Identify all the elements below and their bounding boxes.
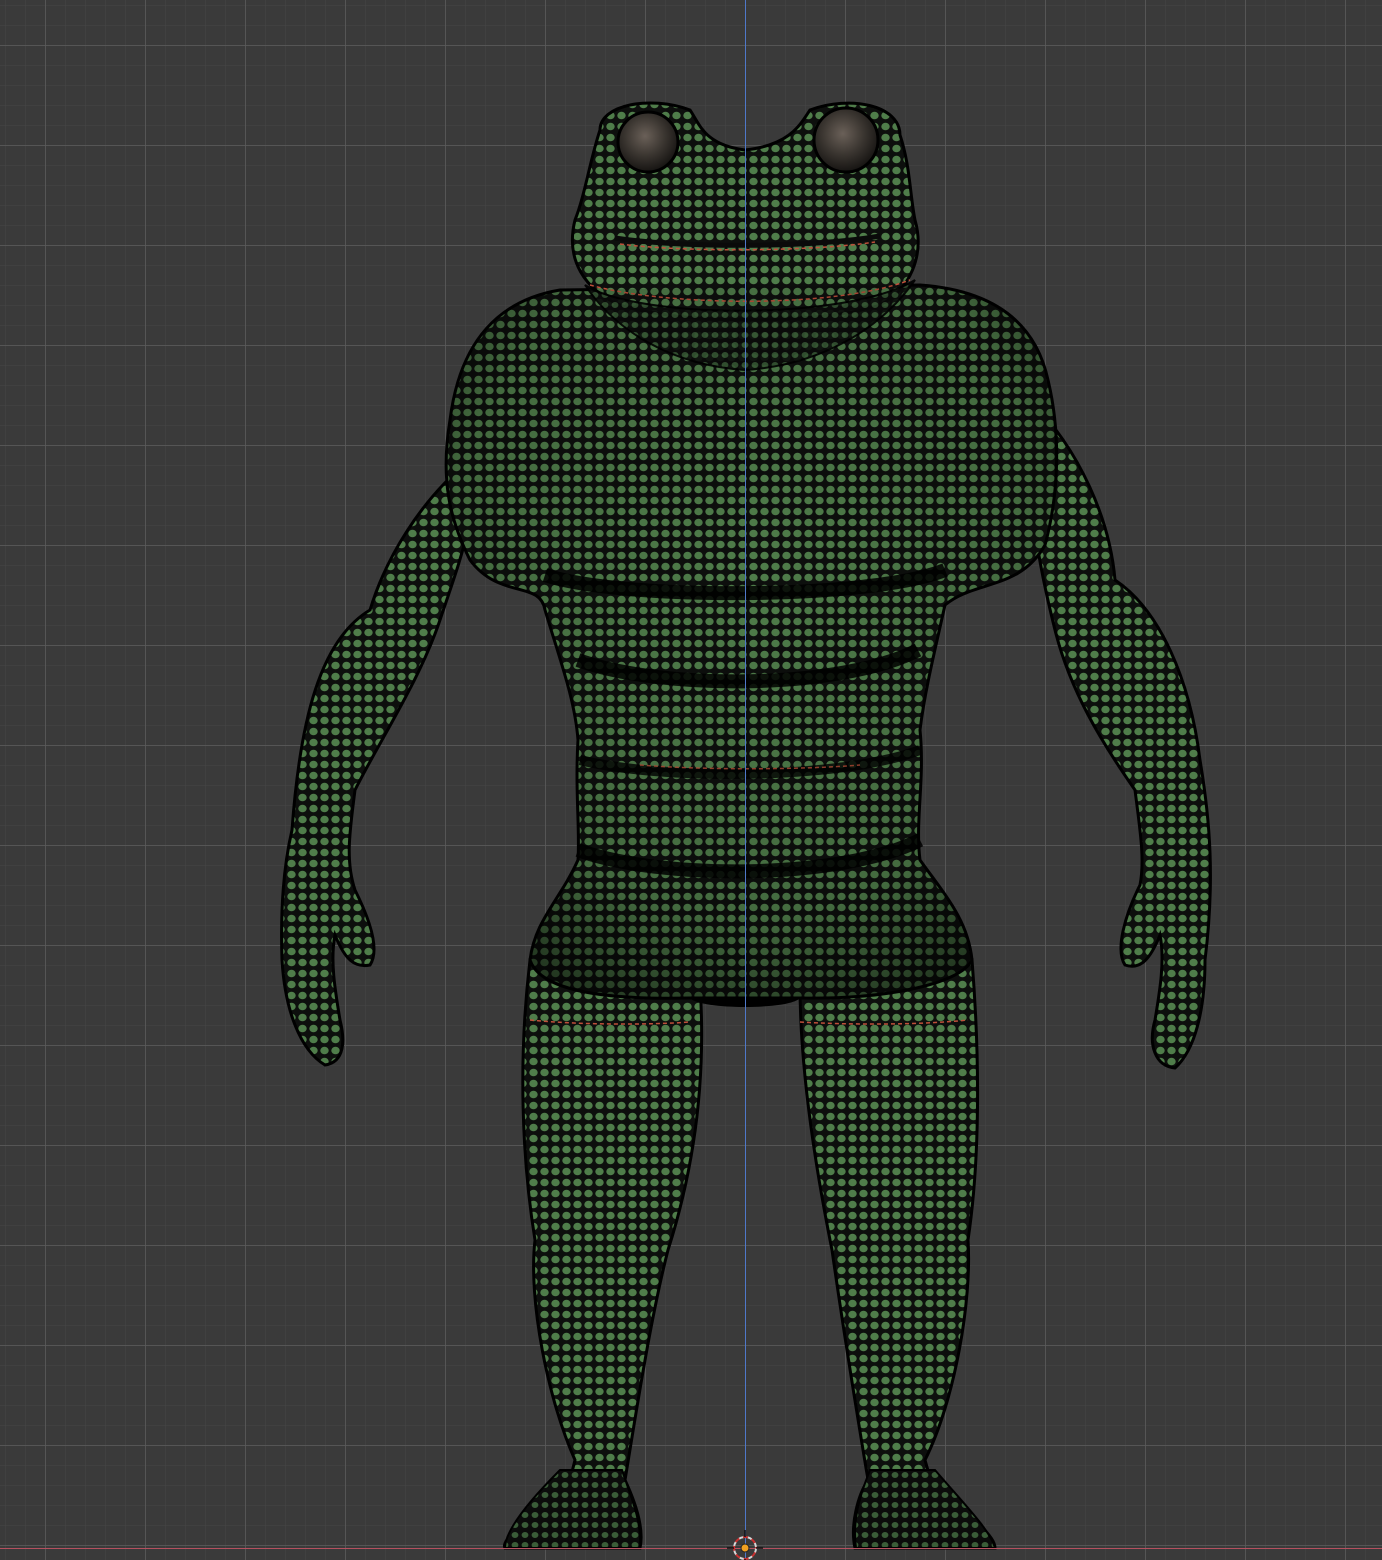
frog-mesh-model[interactable] — [0, 0, 1382, 1560]
3d-viewport[interactable] — [0, 0, 1382, 1560]
torso — [444, 283, 1059, 1000]
right-eye — [812, 106, 880, 174]
left-foot — [503, 1469, 642, 1549]
right-arm — [1027, 396, 1212, 1070]
x-axis-line — [0, 1548, 1382, 1549]
right-leg — [798, 958, 997, 1550]
3d-cursor-icon[interactable] — [725, 1528, 765, 1560]
left-eye — [616, 110, 680, 174]
z-axis-line — [745, 0, 746, 1560]
left-arm — [280, 457, 475, 1067]
left-leg — [503, 958, 704, 1550]
right-foot — [853, 1469, 997, 1549]
origin-point-icon — [740, 1543, 750, 1553]
